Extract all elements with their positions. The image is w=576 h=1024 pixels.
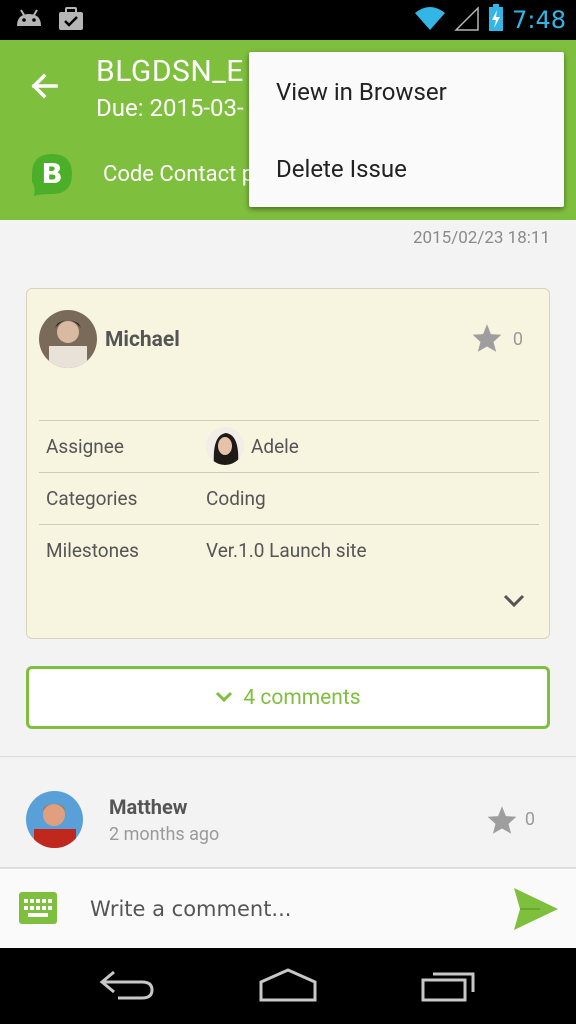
assignee-row: Assignee Adele (39, 420, 539, 472)
comments-toggle-button[interactable]: 4 comments (26, 666, 550, 729)
home-icon (258, 968, 318, 1008)
comment-star-button[interactable] (486, 805, 518, 839)
briefcase-icon (58, 6, 84, 36)
overflow-menu: View in Browser Delete Issue (249, 52, 564, 207)
author-name: Michael (105, 328, 180, 352)
svg-text:B: B (41, 157, 62, 190)
categories-row: Categories Coding (39, 472, 539, 524)
battery-charging-icon (488, 4, 504, 36)
author-avatar (39, 310, 97, 368)
back-button[interactable] (24, 64, 68, 108)
star-icon (486, 806, 518, 839)
android-icon (14, 6, 44, 36)
recents-icon (420, 972, 478, 1008)
milestones-row: Milestones Ver.1.0 Launch site (39, 524, 539, 576)
chevron-down-icon (215, 688, 233, 707)
nav-home-button[interactable] (258, 966, 318, 1008)
assignee-avatar (206, 427, 244, 465)
issue-card: Michael 0 Assignee Adele Categories Codi… (26, 288, 550, 639)
comments-count-label: 4 comments (243, 685, 361, 710)
status-bar: 7:48 (0, 0, 576, 40)
commenter-avatar (26, 791, 83, 848)
menu-item-delete-issue[interactable]: Delete Issue (276, 155, 407, 183)
comment-star-count: 0 (524, 809, 535, 830)
back-arrow-icon (98, 970, 156, 1008)
project-logo-icon: B (26, 150, 78, 198)
nav-recents-button[interactable] (420, 966, 478, 1008)
navigation-bar (0, 948, 576, 1024)
expand-details-button[interactable] (503, 593, 525, 612)
signal-icon (454, 5, 480, 35)
clock: 7:48 (512, 6, 566, 34)
issue-created-date: 2015/02/23 18:11 (412, 228, 550, 248)
assignee-label: Assignee (46, 435, 124, 458)
keyboard-button[interactable] (19, 892, 57, 928)
chevron-down-icon (503, 593, 525, 612)
nav-back-button[interactable] (98, 966, 156, 1008)
project-name: Code Contact p (103, 162, 255, 187)
categories-label: Categories (46, 487, 138, 510)
comment-time: 2 months ago (109, 824, 220, 845)
issue-title: BLGDSN_E (96, 54, 244, 89)
issue-content: 2015/02/23 18:11 Michael 0 Assignee Adel… (0, 220, 576, 868)
issue-due-date: Due: 2015-03- (96, 94, 244, 122)
star-icon (471, 324, 503, 357)
milestones-label: Milestones (46, 539, 139, 562)
comment-input-bar (0, 868, 576, 948)
commenter-name: Matthew (109, 795, 188, 819)
send-icon (512, 888, 560, 936)
comment-item: Matthew 2 months ago 0 (0, 756, 576, 868)
milestones-value: Ver.1.0 Launch site (206, 539, 367, 562)
menu-item-view-in-browser[interactable]: View in Browser (276, 78, 447, 106)
categories-value: Coding (206, 487, 266, 510)
keyboard-icon (19, 892, 57, 928)
arrow-left-icon (24, 73, 68, 112)
send-button[interactable] (512, 886, 560, 936)
assignee-value: Adele (251, 435, 299, 458)
comment-input[interactable] (90, 891, 490, 927)
star-button[interactable] (471, 323, 503, 357)
wifi-icon (414, 5, 446, 35)
star-count: 0 (512, 329, 523, 350)
